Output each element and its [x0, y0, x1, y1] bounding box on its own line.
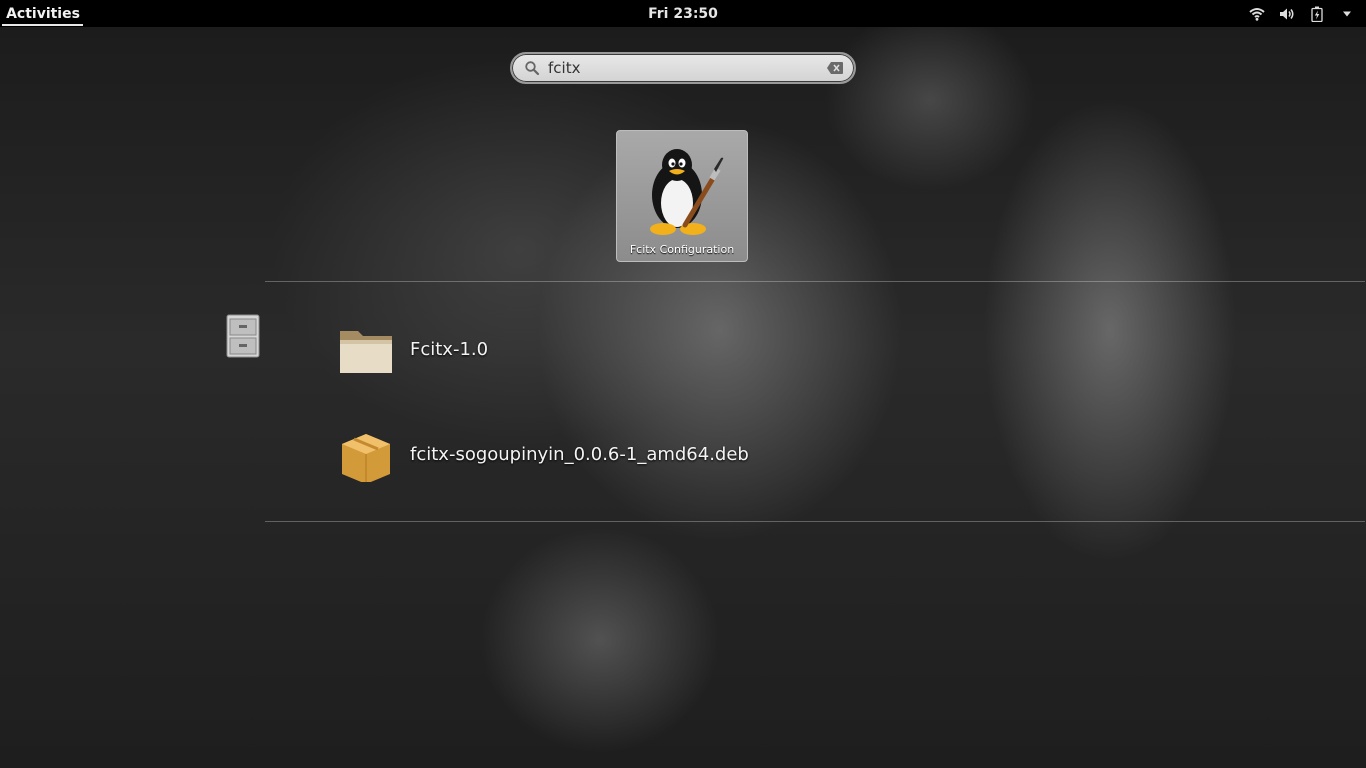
- activities-active-indicator: [2, 24, 83, 26]
- search-icon: [525, 61, 540, 76]
- file-result-fcitx-folder[interactable]: Fcitx-1.0: [338, 317, 488, 381]
- dropdown-arrow-icon[interactable]: [1338, 5, 1356, 23]
- section-divider: [265, 281, 1365, 282]
- app-result-fcitx-configuration[interactable]: Fcitx Configuration: [616, 130, 748, 262]
- top-bar: Activities Fri 23:50: [0, 0, 1366, 27]
- gnome-overview: Activities Fri 23:50 fcitx Fcitx Configu…: [0, 0, 1366, 768]
- file-result-sogoupinyin-deb[interactable]: fcitx-sogoupinyin_0.0.6-1_amd64.deb: [338, 422, 749, 486]
- system-tray: [1248, 0, 1356, 27]
- section-divider: [265, 521, 1365, 522]
- wifi-icon[interactable]: [1248, 5, 1266, 23]
- activities-button[interactable]: Activities: [4, 0, 82, 27]
- clock[interactable]: Fri 23:50: [633, 0, 733, 27]
- clear-search-icon[interactable]: [826, 61, 844, 75]
- search-box[interactable]: [510, 52, 856, 84]
- penguin-paintbrush-icon: [650, 149, 724, 235]
- battery-icon[interactable]: [1308, 5, 1326, 23]
- search-input[interactable]: [548, 57, 820, 79]
- desktop-wallpaper: [0, 0, 1366, 768]
- app-result-label: Fcitx Configuration: [629, 243, 735, 256]
- package-box-icon: [342, 434, 390, 482]
- folder-icon: [340, 331, 392, 373]
- file-name: fcitx-sogoupinyin_0.0.6-1_amd64.deb: [410, 443, 749, 465]
- volume-icon[interactable]: [1278, 5, 1296, 23]
- file-name: Fcitx-1.0: [410, 338, 489, 360]
- file-cabinet-icon[interactable]: [226, 314, 260, 358]
